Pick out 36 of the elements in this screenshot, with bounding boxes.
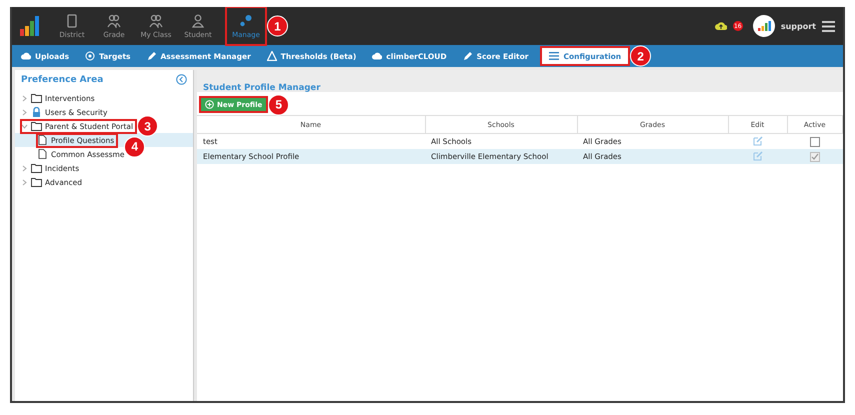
callout-badge: 5 — [268, 94, 290, 115]
person-icon — [191, 14, 205, 28]
pencil-icon — [462, 51, 473, 61]
edit-icon[interactable] — [752, 136, 762, 146]
lock-icon — [31, 107, 42, 117]
folder-icon — [31, 121, 42, 131]
callout-badge: 3 — [137, 116, 158, 136]
warning-icon — [266, 51, 277, 61]
file-icon — [37, 135, 48, 145]
folder-icon — [31, 93, 42, 103]
file-icon — [37, 149, 48, 159]
chevron-down-icon — [21, 122, 28, 130]
cloud-icon — [21, 51, 31, 61]
logo-icon[interactable] — [20, 16, 42, 36]
collapse-icon[interactable] — [176, 74, 187, 85]
people-icon — [107, 14, 121, 28]
target-icon — [85, 51, 96, 61]
pane-title: Preference Area — [21, 74, 104, 84]
folder-icon — [31, 177, 42, 187]
plus-circle-icon — [205, 100, 214, 109]
folder-icon — [31, 163, 42, 173]
menu-icon[interactable] — [822, 20, 835, 32]
cloud-upload-icon[interactable] — [714, 21, 727, 31]
people-icon — [149, 14, 163, 28]
pencil-icon — [146, 51, 156, 61]
callout-badge: 4 — [124, 136, 146, 157]
active-checkbox[interactable] — [810, 136, 820, 146]
user-name[interactable]: support — [780, 22, 816, 30]
callout-badge: 1 — [267, 16, 288, 36]
list-icon — [549, 51, 560, 61]
panel-title: Student Profile Manager — [203, 83, 320, 93]
cloud-icon — [372, 51, 382, 61]
active-checkbox[interactable] — [810, 152, 820, 162]
tablet-icon — [65, 14, 79, 28]
callout-badge: 2 — [630, 46, 652, 66]
avatar-icon[interactable] — [752, 15, 775, 37]
